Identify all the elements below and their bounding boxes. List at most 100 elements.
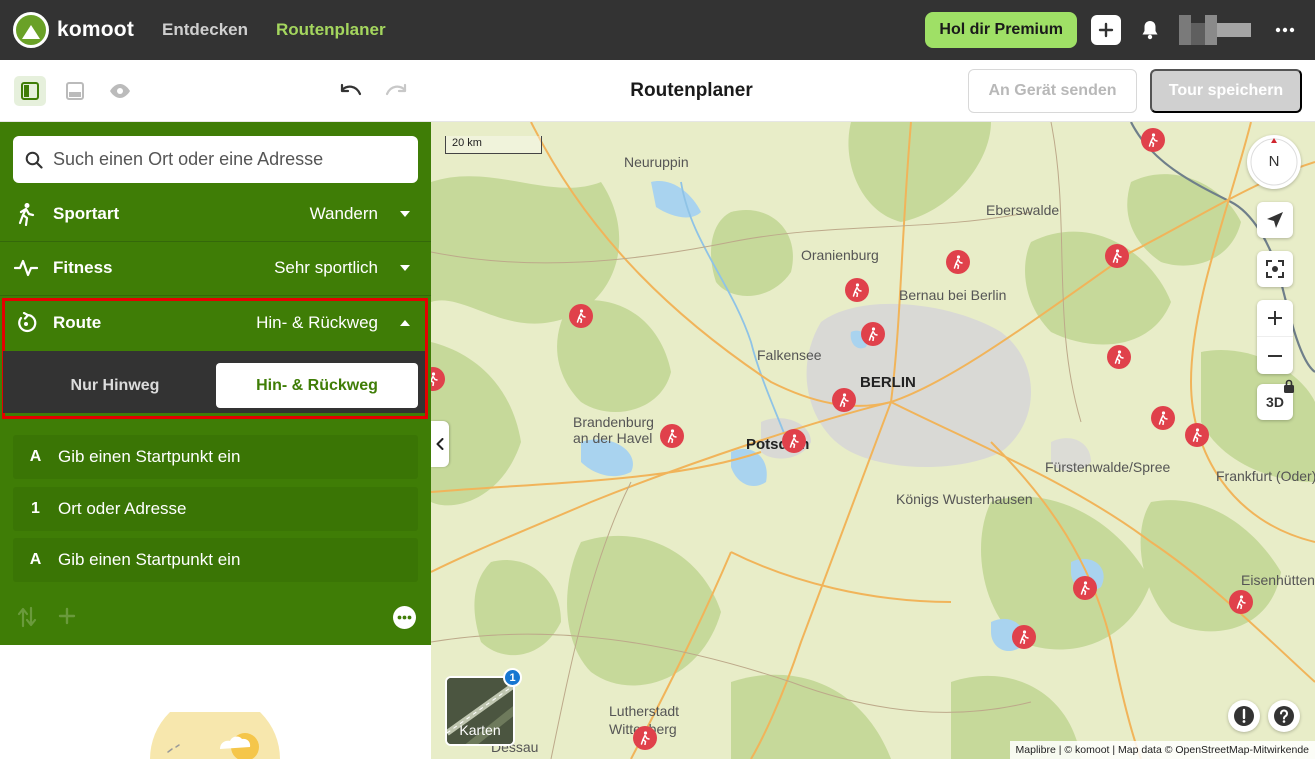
hiker-icon bbox=[953, 255, 963, 269]
waypoint-1[interactable]: 1 Ort oder Adresse bbox=[13, 487, 418, 531]
chevron-up-icon bbox=[399, 317, 411, 329]
zoom-in-button[interactable] bbox=[1257, 300, 1293, 337]
hiking-poi-marker[interactable] bbox=[1185, 423, 1209, 447]
layers-badge: 1 bbox=[503, 668, 522, 687]
search-input[interactable] bbox=[53, 149, 393, 170]
hiking-poi-marker[interactable] bbox=[569, 304, 593, 328]
chevron-down-icon bbox=[399, 262, 411, 274]
round-trip-option[interactable]: Hin- & Rückweg bbox=[216, 363, 418, 408]
place-label: Bernau bei Berlin bbox=[899, 287, 1007, 303]
avatar[interactable] bbox=[1179, 15, 1251, 45]
exclamation-icon bbox=[1234, 706, 1254, 726]
waypoint-text: Ort oder Adresse bbox=[58, 499, 187, 518]
fitness-selector[interactable]: Fitness Sehr sportlich bbox=[0, 241, 431, 295]
hiker-icon bbox=[1192, 428, 1202, 442]
zoom-out-button[interactable] bbox=[1257, 337, 1293, 374]
help-button[interactable] bbox=[1268, 700, 1300, 732]
logo-text: komoot bbox=[57, 18, 135, 41]
hiker-icon bbox=[852, 283, 862, 297]
minus-icon bbox=[1268, 354, 1282, 357]
hiking-poi-marker[interactable] bbox=[1229, 590, 1253, 614]
planner-toolbar: Routenplaner An Gerät senden Tour speich… bbox=[0, 60, 1315, 122]
bell-icon bbox=[1142, 21, 1158, 40]
hiking-poi-marker[interactable] bbox=[633, 726, 657, 750]
3d-label: 3D bbox=[1266, 394, 1284, 410]
3d-toggle-button[interactable]: 3D bbox=[1257, 379, 1294, 420]
question-icon bbox=[1274, 706, 1294, 726]
waypoint-end[interactable]: A Gib einen Startpunkt ein bbox=[13, 538, 418, 582]
weather-illustration bbox=[150, 712, 280, 759]
hiker-icon bbox=[789, 434, 799, 448]
place-label: Brandenburg bbox=[573, 414, 654, 430]
place-label: Fürstenwalde/Spree bbox=[1045, 459, 1171, 475]
add-waypoint-icon[interactable] bbox=[58, 607, 76, 625]
hiker-icon bbox=[667, 429, 677, 443]
lock-icon bbox=[1284, 379, 1294, 393]
fitness-label: Fitness bbox=[53, 258, 113, 277]
hiking-poi-marker[interactable] bbox=[832, 388, 856, 412]
search-box[interactable] bbox=[13, 136, 418, 183]
nav-link-routenplaner[interactable]: Routenplaner bbox=[276, 20, 386, 40]
hiker-icon bbox=[1236, 595, 1246, 609]
plus-icon bbox=[1098, 22, 1114, 38]
route-type-selector[interactable]: Route Hin- & Rückweg bbox=[0, 296, 431, 350]
ellipsis-icon bbox=[397, 615, 412, 620]
hiking-poi-marker[interactable] bbox=[660, 424, 684, 448]
hiking-poi-marker[interactable] bbox=[861, 322, 885, 346]
place-label: Oranienburg bbox=[801, 247, 879, 263]
report-issue-button[interactable] bbox=[1228, 700, 1260, 732]
top-navigation: komoot Entdecken Routenplaner Hol dir Pr… bbox=[0, 0, 1315, 60]
hiker-icon bbox=[868, 327, 878, 341]
hiking-poi-marker[interactable] bbox=[1141, 128, 1165, 152]
hiking-poi-marker[interactable] bbox=[845, 278, 869, 302]
map-scale: 20 km bbox=[445, 136, 542, 154]
waypoint-text: Gib einen Startpunkt ein bbox=[58, 550, 241, 569]
hiker-icon bbox=[1112, 249, 1122, 263]
collapse-sidebar-button[interactable] bbox=[431, 421, 449, 467]
hiking-poi-marker[interactable] bbox=[782, 429, 806, 453]
nav-link-entdecken[interactable]: Entdecken bbox=[162, 20, 248, 40]
route-type-toggle: Nur Hinweg Hin- & Rückweg bbox=[3, 351, 425, 413]
pulse-icon bbox=[13, 255, 39, 281]
hiking-poi-marker[interactable] bbox=[1105, 244, 1129, 268]
map-layers-label: Karten bbox=[459, 722, 501, 738]
hiker-icon bbox=[839, 393, 849, 407]
waypoint-start[interactable]: A Gib einen Startpunkt ein bbox=[13, 435, 418, 479]
hiking-poi-marker[interactable] bbox=[1012, 625, 1036, 649]
locate-me-button[interactable] bbox=[1257, 202, 1293, 238]
map-view[interactable]: 20 km Neuruppin Eberswalde Oranienburg B… bbox=[431, 122, 1315, 759]
plus-icon bbox=[1268, 311, 1282, 325]
waypoint-tools bbox=[13, 602, 418, 632]
more-menu-button[interactable] bbox=[1273, 18, 1297, 42]
chevron-left-icon bbox=[436, 438, 444, 450]
fit-view-button[interactable] bbox=[1257, 251, 1293, 287]
chevron-down-icon bbox=[399, 208, 411, 220]
sport-type-label: Sportart bbox=[53, 204, 120, 223]
hiker-icon bbox=[1158, 411, 1168, 425]
route-type-label: Route bbox=[53, 313, 102, 332]
focus-frame-icon bbox=[1266, 260, 1284, 278]
notifications-button[interactable] bbox=[1135, 15, 1165, 45]
hiking-poi-marker[interactable] bbox=[946, 250, 970, 274]
premium-button[interactable]: Hol dir Premium bbox=[925, 12, 1077, 48]
place-label: Falkensee bbox=[757, 347, 822, 363]
route-type-value: Hin- & Rückweg bbox=[256, 313, 378, 332]
map-layers-button[interactable]: Karten bbox=[445, 676, 515, 746]
compass-button[interactable]: N bbox=[1247, 135, 1301, 189]
hiking-poi-marker[interactable] bbox=[1107, 345, 1131, 369]
more-options-button[interactable] bbox=[393, 606, 416, 629]
add-button[interactable] bbox=[1091, 15, 1121, 45]
reverse-route-icon[interactable] bbox=[17, 606, 37, 628]
place-label-berlin: BERLIN bbox=[860, 374, 916, 391]
hiking-poi-marker[interactable] bbox=[1151, 406, 1175, 430]
waypoint-key: A bbox=[29, 448, 42, 465]
one-way-option[interactable]: Nur Hinweg bbox=[14, 363, 216, 408]
hiking-poi-marker[interactable] bbox=[1073, 576, 1097, 600]
place-label: Eisenhütten bbox=[1241, 572, 1315, 588]
komoot-logo[interactable]: komoot bbox=[13, 12, 134, 48]
send-to-device-button[interactable]: An Gerät senden bbox=[968, 69, 1137, 113]
sport-type-selector[interactable]: Sportart Wandern bbox=[0, 187, 431, 241]
zoom-controls bbox=[1257, 300, 1293, 374]
search-icon bbox=[25, 151, 43, 169]
save-tour-button[interactable]: Tour speichern bbox=[1150, 69, 1302, 113]
